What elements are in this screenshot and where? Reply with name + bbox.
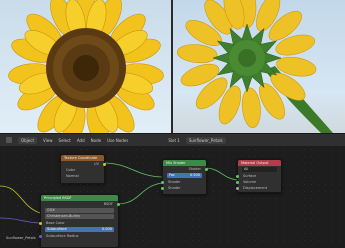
subsurface-method-dropdown[interactable]: Christensen-Burley — [45, 214, 114, 219]
node-material-output[interactable]: Material Output All Surface Volume Displ… — [236, 159, 282, 193]
node-editor-canvas[interactable]: Texture Coordinate UV Color Normal Princ… — [0, 146, 345, 248]
menu-view[interactable]: View — [43, 138, 53, 143]
node-input[interactable]: Subsurface Radius — [39, 233, 118, 239]
node-input[interactable]: Shader — [161, 185, 206, 191]
material-selector[interactable]: Sunflower_Petals — [185, 136, 226, 144]
material-name-label: Sunflower_Petals — [6, 236, 36, 240]
sunflower-back-render — [176, 0, 333, 133]
node-texture-top[interactable]: Texture Coordinate UV Color Normal — [60, 154, 106, 184]
node-output: Shader — [163, 166, 208, 172]
editor-type-icon[interactable] — [6, 137, 12, 143]
subsurface-field[interactable]: Subsurface 0.000 — [45, 227, 114, 232]
node-editor-header: Object View Select Add Node Use Nodes Sl… — [0, 133, 345, 147]
node-header: Material Output — [238, 160, 281, 166]
node-input[interactable]: Base Color — [39, 220, 118, 226]
node-row: Normal — [66, 174, 79, 178]
viewport-left[interactable] — [0, 0, 171, 133]
node-input[interactable]: Displacement — [236, 185, 281, 191]
node-principled-bsdf[interactable]: Principled BSDF BSDF GGX Christensen-Bur… — [39, 194, 120, 248]
distribution-dropdown[interactable]: GGX — [45, 208, 114, 213]
node-mix-shader[interactable]: Mix Shader Shader Fac 0.500 Shader Shader — [161, 159, 208, 195]
sunflower-front-render — [8, 0, 164, 133]
slot-dropdown[interactable]: Slot 1 — [168, 138, 179, 143]
target-dropdown[interactable]: All — [242, 167, 277, 172]
menu-add[interactable]: Add — [77, 138, 85, 143]
use-nodes-checkbox[interactable]: Use Nodes — [107, 138, 128, 143]
menu-node[interactable]: Node — [91, 138, 101, 143]
menu-select[interactable]: Select — [59, 138, 71, 143]
mode-dropdown[interactable]: Object — [18, 136, 38, 144]
viewport-right[interactable] — [173, 0, 345, 133]
node-output: BSDF — [41, 201, 120, 207]
fac-slider[interactable]: Fac 0.500 — [167, 173, 202, 178]
